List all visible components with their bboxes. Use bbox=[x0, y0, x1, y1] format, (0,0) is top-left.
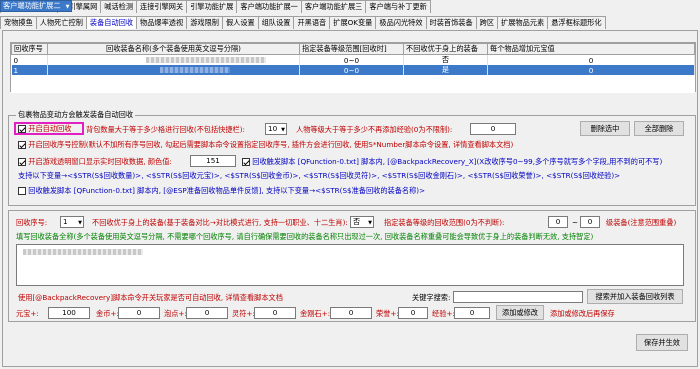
col-header-better[interactable]: 不回收优于身上的装备 bbox=[403, 43, 488, 55]
trigger-script-label: 回收触发脚本 [QFunction-0.txt] 脚本内, [@Backpack… bbox=[252, 157, 663, 166]
tab-sub-3[interactable]: 物品爆率透视 bbox=[136, 16, 188, 29]
row-better: 否 bbox=[403, 54, 488, 65]
tab-top-7[interactable]: 客户端功能扩展三 bbox=[300, 0, 367, 13]
lf-label: 灵符+: bbox=[232, 309, 255, 318]
yb-input[interactable]: 100 bbox=[48, 307, 90, 319]
table-row-selected[interactable]: 1 0~0 是 0 bbox=[11, 65, 695, 75]
add-modify-note: 添加或修改后再保存 bbox=[550, 309, 615, 318]
range-to-input[interactable]: 0 bbox=[580, 216, 600, 228]
tab-sub-0[interactable]: 宠物摸鱼 bbox=[0, 16, 37, 29]
single-feedback-checkbox[interactable] bbox=[18, 187, 26, 195]
seq-label: 回收序号: bbox=[16, 218, 48, 227]
tab-top-2[interactable]: 喊话检测 bbox=[100, 0, 138, 13]
pd-input[interactable]: 0 bbox=[186, 307, 228, 319]
jgs-input[interactable]: 0 bbox=[330, 307, 372, 319]
seq-control-option[interactable]: 开启回收序号控制(默认不加所有序号回收, 勾起后需要脚本命令设置指定回收序号, … bbox=[18, 140, 513, 150]
recovery-table[interactable]: 回收序号 回收装备名称(多个装备使用英文逗号分隔) 指定装备等级范围[回收时] … bbox=[10, 42, 696, 93]
trigger-script-variables: 支持以下变量→<$STR(S$回收数量)>, <$STR(S$回收元宝)>, <… bbox=[18, 171, 621, 180]
edit-hint: 填写回收装备全称(多个装备使用英文逗号分隔, 不需要哪个回收序号, 请自行确保需… bbox=[16, 232, 594, 241]
tab-sub-1[interactable]: 人物死亡控制 bbox=[35, 16, 87, 29]
tab-top-6[interactable]: 客户端功能扩展二 bbox=[0, 0, 72, 12]
row-name-redacted bbox=[47, 65, 300, 75]
row-better: 是 bbox=[403, 65, 488, 75]
seq-control-label: 开启回收序号控制(默认不加所有序号回收, 勾起后需要脚本命令设置指定回收序号, … bbox=[28, 140, 514, 149]
jb-label: 金币+: bbox=[96, 309, 119, 318]
pd-label: 泡点+: bbox=[164, 309, 187, 318]
transparent-window-label: 开启游戏透明窗口显示实时回收数据, 颜色值: bbox=[28, 157, 172, 166]
tab-sub-7[interactable]: 开黑语音 bbox=[293, 16, 331, 29]
ry-label: 荣誉+: bbox=[376, 309, 399, 318]
row-range: 0~0 bbox=[299, 65, 404, 75]
table-empty-area bbox=[11, 79, 695, 93]
table-row[interactable]: 0 0~0 否 0 bbox=[11, 54, 695, 65]
transparent-window-option[interactable]: 开启游戏透明窗口显示实时回收数据, 颜色值: bbox=[18, 157, 172, 167]
keyword-label: 关键字搜索: bbox=[412, 293, 451, 302]
tab-sub-2[interactable]: 装备自动回收 bbox=[85, 16, 138, 29]
col-header-name[interactable]: 回收装备名称(多个装备使用英文逗号分隔) bbox=[47, 43, 300, 55]
tab-top-4[interactable]: 引擎功能扩展 bbox=[186, 0, 238, 13]
level-limit-input[interactable]: 0 bbox=[470, 123, 516, 135]
row-name-redacted bbox=[47, 54, 300, 65]
footer-note: 使用[@BackpackRecovery]脚本命令开关玩家是否可自动回收, 详情… bbox=[18, 293, 283, 302]
tab-row-1: 在线管理与限制封引擎属网喊话检测连接引擎网关引擎功能扩展客户端功能扩展一客户端功… bbox=[0, 0, 431, 13]
add-modify-button[interactable]: 添加或修改 bbox=[496, 305, 544, 320]
tab-sub-8[interactable]: 扩展OK变量 bbox=[329, 16, 377, 29]
tab-sub-12[interactable]: 扩展物品元素 bbox=[497, 16, 549, 29]
tab-top-3[interactable]: 连接引擎网关 bbox=[136, 0, 188, 13]
auto-recycle-checkbox[interactable] bbox=[18, 125, 26, 133]
row-range: 0~0 bbox=[299, 54, 404, 65]
save-apply-button[interactable]: 保存并生效 bbox=[636, 334, 688, 351]
better-select[interactable]: 否 bbox=[350, 216, 374, 228]
tab-sub-4[interactable]: 游戏限制 bbox=[186, 16, 223, 29]
keyword-input[interactable] bbox=[453, 291, 583, 303]
jb-input[interactable]: 0 bbox=[118, 307, 160, 319]
tab-sub-9[interactable]: 极品闪光特效 bbox=[375, 16, 427, 29]
better-label: 不回收优于身上的装备(基于装备对比→对比模式进行, 支持一切职业、十二生肖): bbox=[92, 218, 348, 227]
range-separator: ~ bbox=[572, 218, 579, 227]
transparent-window-checkbox[interactable] bbox=[18, 158, 26, 166]
search-add-button[interactable]: 搜索并加入装备回收列表 bbox=[587, 289, 683, 304]
auto-recycle-label: 开启自动回收 bbox=[28, 124, 72, 133]
level-limit-label: 人物等级大于等于多少不再添加经验(0为不限制): bbox=[296, 125, 453, 134]
bag-threshold-select[interactable]: 10 bbox=[265, 123, 287, 135]
single-feedback-label: 回收触发脚本 [QFunction-0.txt] 脚本内, [@ESP准备回收物… bbox=[28, 186, 426, 195]
yb-label: 元宝+: bbox=[16, 309, 39, 318]
range-from-input[interactable]: 0 bbox=[548, 216, 568, 228]
range-label: 指定装备等级的回收范围(0为不判断): bbox=[384, 218, 505, 227]
row-value: 0 bbox=[487, 54, 695, 65]
tab-top-5[interactable]: 客户端功能扩展一 bbox=[236, 0, 302, 13]
trigger-script-option[interactable]: 回收触发脚本 [QFunction-0.txt] 脚本内, [@Backpack… bbox=[242, 157, 662, 167]
ry-input[interactable]: 0 bbox=[398, 307, 428, 319]
lf-input[interactable]: 0 bbox=[254, 307, 296, 319]
trigger-script-checkbox[interactable] bbox=[242, 158, 250, 166]
seq-control-checkbox[interactable] bbox=[18, 141, 26, 149]
tab-sub-5[interactable]: 假人设置 bbox=[221, 16, 259, 29]
seq-select[interactable]: 1 bbox=[60, 216, 84, 228]
single-feedback-option[interactable]: 回收触发脚本 [QFunction-0.txt] 脚本内, [@ESP准备回收物… bbox=[18, 186, 425, 196]
row-id: 1 bbox=[11, 65, 48, 75]
delete-selected-button[interactable]: 删除选中 bbox=[580, 121, 630, 136]
jy-input[interactable]: 0 bbox=[454, 307, 490, 319]
row-value: 0 bbox=[487, 65, 695, 75]
jy-label: 经验+: bbox=[432, 309, 455, 318]
range-note: 级装备(注意范围重叠) bbox=[606, 218, 677, 227]
tab-sub-11[interactable]: 跨区 bbox=[475, 16, 499, 29]
section-title: 包裹物品变动方会触发装备自动回收 bbox=[16, 110, 136, 120]
row-id: 0 bbox=[11, 54, 48, 65]
bag-threshold-label: 背包数量大于等于多少格进行回收(不包括快捷栏): bbox=[86, 125, 245, 134]
col-header-value[interactable]: 每个物品增加元宝值 bbox=[487, 43, 695, 55]
tab-row-2: 宠物摸鱼 人物死亡控制 装备自动回收 物品爆率透视 游戏限制 假人设置 组队设置 开黑语音 扩展… bbox=[0, 16, 606, 29]
col-header-id[interactable]: 回收序号 bbox=[11, 43, 48, 55]
equip-names-textarea[interactable] bbox=[16, 244, 684, 286]
color-value-input[interactable]: 151 bbox=[190, 155, 236, 167]
tab-sub-10[interactable]: 时装首饰装备 bbox=[425, 16, 477, 29]
tab-sub-13[interactable]: 悬浮框标题形化 bbox=[547, 16, 606, 29]
tab-top-8[interactable]: 客户端与补丁更新 bbox=[365, 0, 431, 13]
redacted-text bbox=[23, 249, 143, 255]
tab-sub-6[interactable]: 组队设置 bbox=[257, 16, 295, 29]
col-header-range[interactable]: 指定装备等级范围[回收时] bbox=[299, 43, 404, 55]
delete-all-button[interactable]: 全部删除 bbox=[634, 121, 684, 136]
jgs-label: 金刚石+: bbox=[300, 309, 331, 318]
auto-recycle-option[interactable]: 开启自动回收 bbox=[18, 124, 71, 134]
